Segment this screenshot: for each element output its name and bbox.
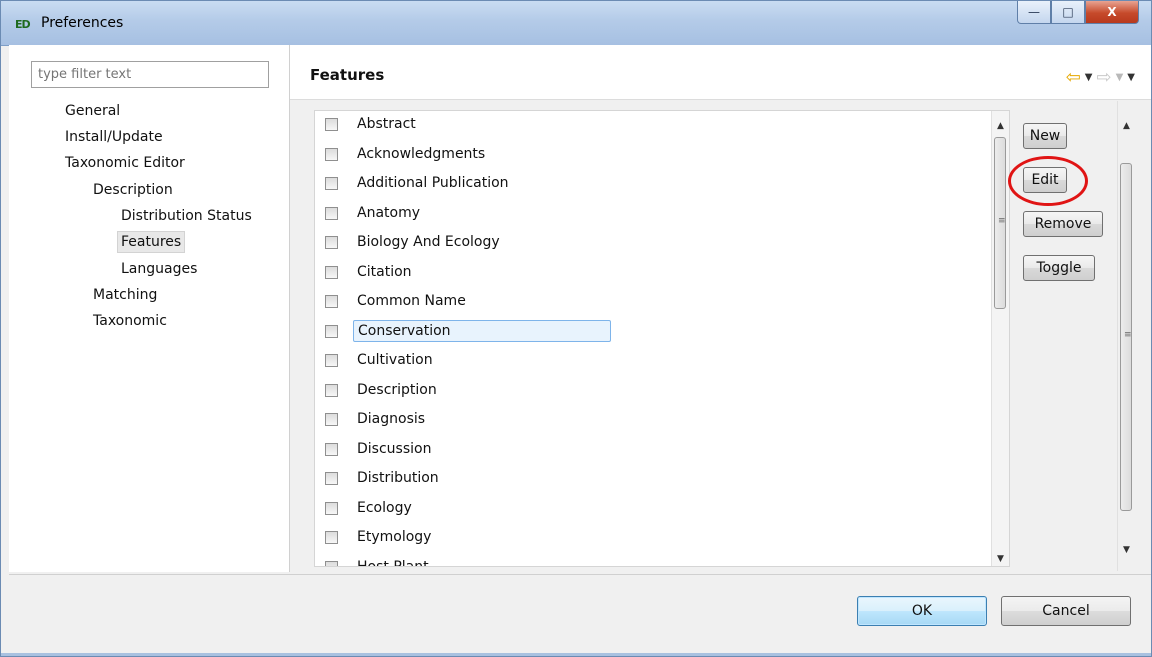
back-dropdown-icon[interactable]: ▼: [1085, 72, 1093, 83]
minimize-icon: —: [1028, 5, 1040, 19]
feature-checkbox[interactable]: [325, 501, 338, 515]
window-controls: — □ X: [1017, 1, 1139, 25]
list-item[interactable]: Acknowledgments: [315, 141, 975, 169]
feature-checkbox[interactable]: [325, 442, 338, 456]
forward-dropdown-icon[interactable]: ▼: [1116, 72, 1124, 83]
list-item[interactable]: Ecology: [315, 495, 975, 523]
cancel-button[interactable]: Cancel: [1001, 596, 1131, 626]
tree-item-languages[interactable]: Languages: [121, 259, 197, 279]
feature-label: Discussion: [357, 440, 432, 457]
ok-button[interactable]: OK: [857, 596, 987, 626]
remove-button[interactable]: Remove: [1023, 211, 1103, 237]
tree-item-matching[interactable]: Matching: [93, 285, 157, 305]
close-icon: X: [1107, 5, 1117, 19]
feature-checkbox[interactable]: [325, 147, 338, 161]
feature-label: Description: [357, 381, 437, 398]
scroll-down-icon[interactable]: ▼: [992, 552, 1009, 566]
feature-label: Conservation: [353, 319, 611, 342]
window-frame-bottom: [1, 653, 1151, 656]
tree-item-description[interactable]: Description: [93, 180, 173, 200]
maximize-icon: □: [1062, 5, 1074, 19]
list-item[interactable]: Additional Publication: [315, 170, 975, 198]
feature-label: Cultivation: [357, 352, 433, 368]
feature-label: Anatomy: [357, 204, 421, 221]
scroll-thumb[interactable]: ≡: [994, 137, 1006, 309]
feature-checkbox[interactable]: [325, 206, 338, 220]
window-title: Preferences: [41, 15, 124, 31]
preference-tree-panel: General Install/Update Taxonomic Editor …: [9, 45, 290, 572]
feature-label: Biology And Ecology: [357, 234, 500, 250]
feature-checkbox[interactable]: [325, 236, 338, 249]
feature-label: Citation: [357, 263, 412, 280]
filter-input[interactable]: [31, 61, 269, 88]
list-item[interactable]: Abstract: [315, 111, 975, 139]
list-item[interactable]: Discussion: [315, 436, 975, 464]
page-title: Features: [310, 66, 385, 84]
page-header: Features ⇦ ▼ ⇨ ▼ ▼: [290, 45, 1151, 100]
feature-label: Etymology: [357, 529, 432, 545]
app-logo-icon: ED: [15, 18, 31, 31]
list-item[interactable]: Etymology: [315, 524, 975, 552]
back-arrow-icon[interactable]: ⇦: [1066, 67, 1081, 88]
features-list[interactable]: Abstract Acknowledgments Additional Publ…: [314, 110, 1010, 567]
tree-item-distribution-status[interactable]: Distribution Status: [121, 206, 252, 226]
preference-page: Features ⇦ ▼ ⇨ ▼ ▼ Abstract Acknowledgme…: [290, 45, 1151, 572]
list-item[interactable]: Citation: [315, 259, 975, 287]
feature-checkbox[interactable]: [325, 295, 338, 308]
tree-item-general[interactable]: General: [65, 101, 120, 121]
toggle-button[interactable]: Toggle: [1023, 255, 1095, 281]
page-scrollbar[interactable]: ▲ ≡ ▼: [1117, 101, 1135, 571]
maximize-button[interactable]: □: [1051, 1, 1085, 24]
title-bar[interactable]: ED Preferences — □ X: [1, 1, 1151, 46]
view-menu-icon[interactable]: ▼: [1127, 72, 1135, 83]
feature-label: Additional Publication: [357, 175, 509, 191]
list-item[interactable]: Description: [315, 377, 975, 405]
feature-checkbox[interactable]: [325, 383, 338, 397]
list-item[interactable]: Biology And Ecology: [315, 229, 975, 257]
scroll-down-icon[interactable]: ▼: [1118, 543, 1135, 557]
grip-icon: ≡: [1124, 330, 1132, 340]
list-item[interactable]: Distribution: [315, 465, 975, 493]
close-button[interactable]: X: [1085, 1, 1139, 24]
preferences-window: ED Preferences — □ X General Install/Upd…: [0, 0, 1152, 657]
feature-label: Distribution: [357, 470, 439, 486]
grip-icon: ≡: [998, 216, 1006, 226]
list-item[interactable]: Diagnosis: [315, 406, 975, 434]
new-button[interactable]: New: [1023, 123, 1067, 149]
feature-label: Ecology: [357, 499, 412, 516]
feature-checkbox[interactable]: [325, 560, 338, 566]
feature-checkbox[interactable]: [325, 472, 338, 485]
tree-item-taxonomic-editor[interactable]: Taxonomic Editor: [65, 153, 185, 173]
feature-checkbox[interactable]: [325, 531, 338, 544]
feature-checkbox[interactable]: [325, 354, 338, 367]
list-item[interactable]: Host Plant: [315, 554, 975, 567]
list-item-selected[interactable]: Conservation: [315, 318, 975, 346]
list-item[interactable]: Cultivation: [315, 347, 975, 375]
feature-checkbox[interactable]: [325, 324, 338, 338]
feature-label: Diagnosis: [357, 411, 426, 427]
feature-checkbox[interactable]: [325, 265, 338, 279]
feature-label: Common Name: [357, 293, 466, 309]
forward-arrow-icon[interactable]: ⇨: [1097, 67, 1112, 88]
feature-label: Host Plant: [357, 558, 429, 567]
page-navigation: ⇦ ▼ ⇨ ▼ ▼: [1066, 67, 1135, 88]
scroll-up-icon[interactable]: ▲: [1118, 119, 1135, 133]
list-item[interactable]: Anatomy: [315, 200, 975, 228]
tree-item-features[interactable]: Features: [117, 231, 186, 253]
minimize-button[interactable]: —: [1017, 1, 1051, 24]
list-scrollbar[interactable]: ▲ ≡ ▼: [991, 111, 1009, 566]
scroll-up-icon[interactable]: ▲: [992, 119, 1009, 133]
feature-checkbox[interactable]: [325, 413, 338, 426]
feature-label: Acknowledgments: [357, 145, 486, 162]
tree-item-taxonomic[interactable]: Taxonomic: [93, 311, 167, 331]
list-item[interactable]: Common Name: [315, 288, 975, 316]
tree-item-install-update[interactable]: Install/Update: [65, 127, 163, 147]
edit-button[interactable]: Edit: [1023, 167, 1067, 193]
feature-checkbox[interactable]: [325, 177, 338, 190]
feature-label: Abstract: [357, 116, 416, 132]
scroll-thumb[interactable]: ≡: [1120, 163, 1132, 511]
dialog-button-bar: OK Cancel: [9, 574, 1151, 655]
feature-checkbox[interactable]: [325, 118, 338, 131]
